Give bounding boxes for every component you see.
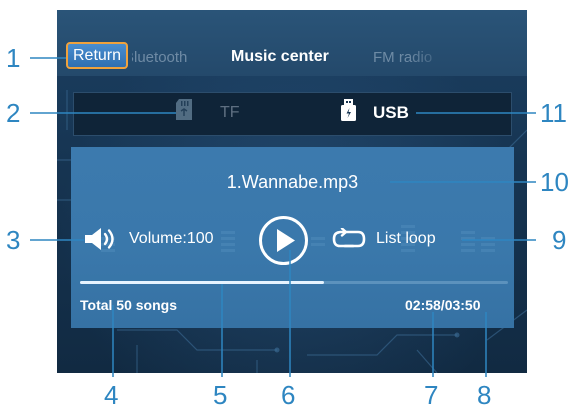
return-button[interactable]: Return (66, 42, 128, 69)
volume-label[interactable]: Volume:100 (129, 230, 214, 248)
callout-1: 1 (6, 43, 21, 73)
source-selector (73, 92, 512, 136)
callout-4: 4 (104, 380, 119, 409)
progress-bar[interactable] (80, 281, 508, 284)
callout-9: 9 (552, 225, 567, 255)
callout-11: 11 (540, 98, 567, 128)
tab-music-center[interactable]: Music center (231, 48, 329, 66)
song-title: 1.Wannabe.mp3 (226, 172, 359, 192)
total-songs-label: Total 50 songs (80, 297, 177, 313)
source-tf[interactable]: TF (220, 104, 240, 122)
usb-drive-icon (341, 99, 356, 121)
callout-5: 5 (213, 380, 228, 409)
tab-bluetooth-label: Bluetooth (132, 49, 188, 66)
sd-card-icon (176, 99, 192, 120)
source-usb[interactable]: USB (373, 103, 409, 123)
callout-2: 2 (6, 98, 21, 128)
callout-10: 10 (540, 167, 569, 197)
tab-fm-radio[interactable]: FM radio (373, 49, 451, 67)
callout-3: 3 (6, 225, 21, 255)
speaker-icon[interactable] (84, 227, 120, 251)
callout-6: 6 (281, 380, 296, 409)
callout-7: 7 (424, 380, 439, 409)
play-icon[interactable] (258, 215, 309, 266)
time-readout: 02:58/03:50 (405, 297, 481, 313)
loop-icon[interactable] (331, 228, 367, 250)
tab-bluetooth[interactable]: Bluetooth (132, 49, 227, 67)
progress-fill (80, 281, 324, 284)
loop-mode-label[interactable]: List loop (376, 230, 436, 248)
callout-8: 8 (477, 380, 492, 409)
